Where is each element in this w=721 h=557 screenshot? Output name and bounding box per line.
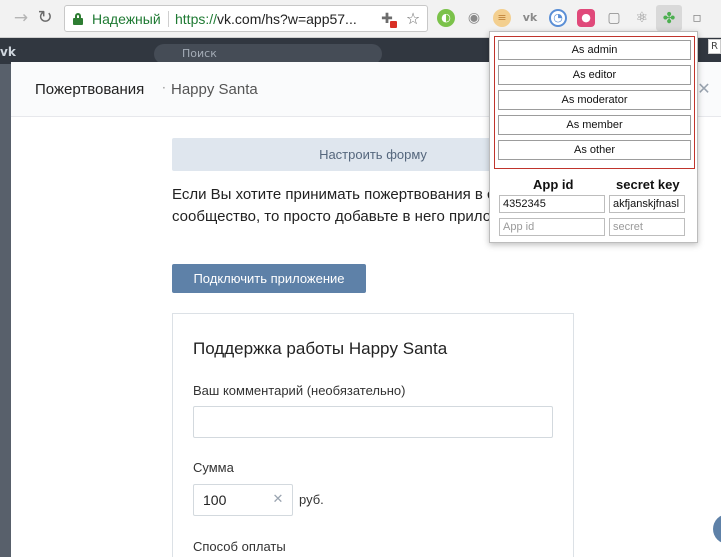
breadcrumb-separator: · [162, 81, 166, 95]
currency-label: руб. [299, 492, 324, 507]
sum-value: 100 [203, 492, 227, 508]
evernote-icon[interactable]: ◐ [437, 9, 455, 27]
breadcrumb-donations[interactable]: Пожертвования [35, 81, 144, 98]
record-icon[interactable]: ● [577, 9, 595, 27]
puzzle-icon[interactable]: ✚ [378, 10, 397, 28]
overflow-icon[interactable]: ▫ [688, 9, 706, 27]
reload-button[interactable]: ↻ [34, 7, 56, 29]
card-title: Поддержка работы Happy Santa [193, 339, 448, 358]
forward-button[interactable]: → [10, 7, 32, 29]
payment-method-label: Способ оплаты [193, 539, 286, 554]
clear-icon[interactable]: ✕ [270, 491, 286, 509]
chart-icon[interactable]: ◔ [549, 9, 567, 27]
vk-icon[interactable]: vk [521, 9, 539, 27]
secret-key-header: secret key [616, 177, 680, 192]
url-text[interactable]: https://vk.com/hs?w=app57... [175, 11, 357, 27]
lock-icon [73, 13, 83, 25]
new-secret-input[interactable]: secret [609, 218, 685, 236]
role-other-button[interactable]: As other [498, 140, 691, 160]
active-extension-button[interactable]: ✤ [656, 5, 682, 31]
vk-search-placeholder: Поиск [182, 47, 217, 60]
chat-icon[interactable]: ▢ [605, 9, 623, 27]
clover-icon: ✤ [662, 9, 676, 27]
role-list: As admin As editor As moderator As membe… [494, 36, 695, 169]
overflow-tooltip: R [708, 39, 721, 54]
connect-app-button[interactable]: Подключить приложение [172, 264, 366, 293]
sum-input[interactable]: 100 ✕ [193, 484, 293, 516]
sum-label: Сумма [193, 460, 234, 475]
vk-logo[interactable]: vk [0, 45, 16, 59]
react-icon[interactable]: ⚛ [633, 9, 651, 27]
app-id-header: App id [533, 177, 574, 192]
donation-form-card: Поддержка работы Happy Santa Ваш коммент… [172, 313, 574, 557]
burger-icon[interactable]: ≡ [493, 9, 511, 27]
role-moderator-button[interactable]: As moderator [498, 90, 691, 110]
role-member-button[interactable]: As member [498, 115, 691, 135]
role-admin-button[interactable]: As admin [498, 40, 691, 60]
app-id-field[interactable]: 4352345 [499, 195, 605, 213]
divider [168, 11, 169, 27]
secure-label: Надежный [92, 11, 161, 27]
secret-key-field[interactable]: akfjanskjfnasl [609, 195, 685, 213]
camera-icon[interactable]: ◉ [465, 9, 483, 27]
arrow-right-icon: → [13, 8, 29, 28]
comment-label: Ваш комментарий (необязательно) [193, 383, 406, 398]
role-editor-button[interactable]: As editor [498, 65, 691, 85]
comment-input[interactable] [193, 406, 553, 438]
extension-popup: As admin As editor As moderator As membe… [489, 31, 698, 243]
reload-icon: ↻ [37, 7, 53, 28]
breadcrumb-app: Happy Santa [171, 81, 258, 98]
address-bar[interactable]: Надежный https://vk.com/hs?w=app57... ✚ … [64, 5, 428, 32]
new-app-id-input[interactable]: App id [499, 218, 605, 236]
star-icon[interactable]: ☆ [403, 9, 423, 29]
